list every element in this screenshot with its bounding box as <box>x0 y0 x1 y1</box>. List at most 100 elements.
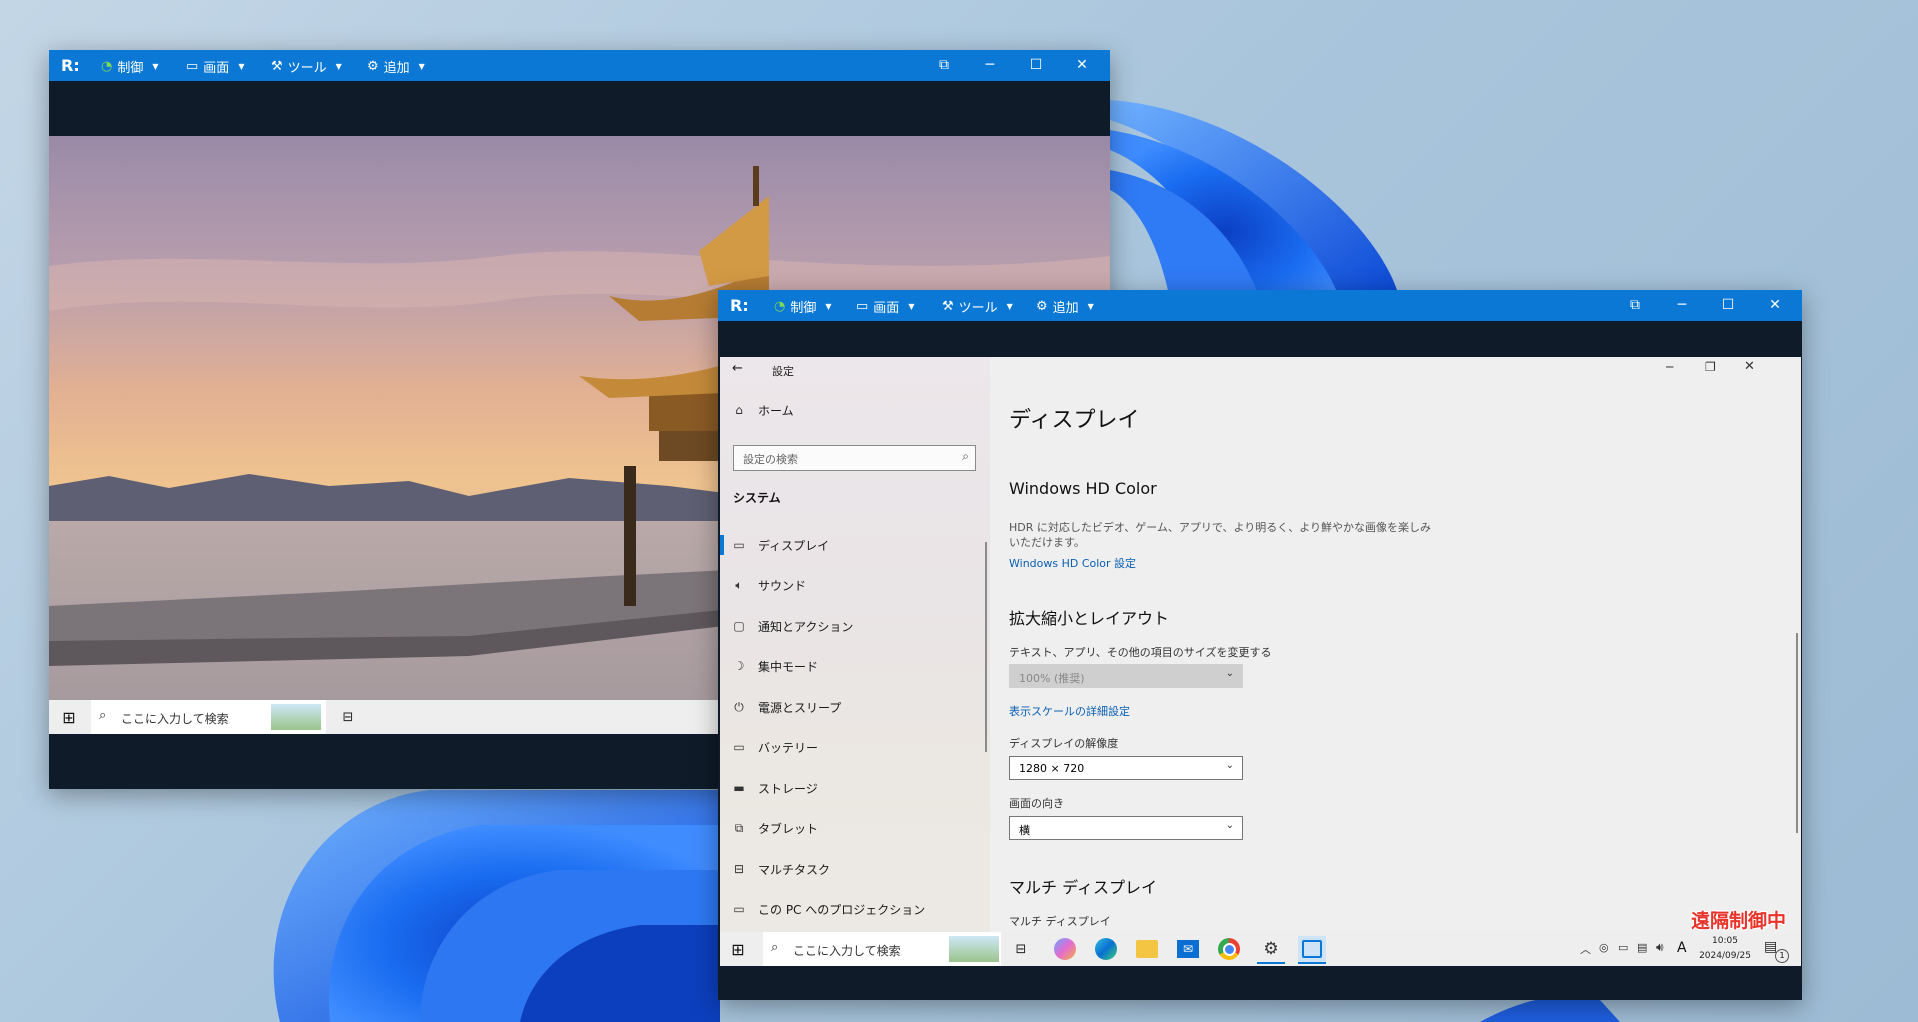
chevron-down-icon: ⌄ <box>1225 820 1234 831</box>
remote-display-icon[interactable]: ⧉ <box>1624 295 1646 315</box>
search-icon: ⌕ <box>99 708 107 723</box>
ime-indicator[interactable]: A <box>1677 940 1687 956</box>
remote-toolbar: R: ◔ 制御 ▼ ▭ 画面 ▼ ⚒ ツール ▼ ⚙ 追加 ▼ ⧉ ─ ☐ ✕ <box>49 50 1110 81</box>
hdr-description-line-1: HDR に対応したビデオ、ゲーム、アプリで、より明るく、より鮮やかな画像を楽しみ <box>1009 521 1432 534</box>
minimize-button[interactable]: ─ <box>1671 295 1693 315</box>
menu-control-label: 制御 <box>117 61 144 76</box>
sidebar-item-label: 集中モード <box>758 659 819 674</box>
mail-icon[interactable]: ✉ <box>1177 940 1199 958</box>
tray-app-icon[interactable]: ◎ <box>1599 941 1609 954</box>
copilot-icon[interactable] <box>1054 938 1076 960</box>
control-icon: ◔ <box>774 299 786 314</box>
maximize-button[interactable]: ☐ <box>1717 295 1739 315</box>
sidebar-item-display[interactable]: ▭ ディスプレイ <box>730 532 829 558</box>
notification-icon: ▢ <box>733 619 745 633</box>
sidebar-item-label: ホーム <box>758 403 794 418</box>
hdr-description-line-2: いただけます。 <box>1009 536 1085 549</box>
sidebar-item-battery[interactable]: ▭ バッテリー <box>730 734 818 760</box>
menu-screen[interactable]: ▭ 画面 ▼ <box>856 297 914 316</box>
file-explorer-icon[interactable] <box>1136 940 1158 958</box>
orientation-dropdown[interactable]: 横 ⌄ <box>1009 816 1243 840</box>
windows-start-icon[interactable]: ⊞ <box>59 707 79 727</box>
selected-indicator <box>720 535 724 555</box>
scale-dropdown[interactable]: 100% (推奨) ⌄ <box>1009 664 1243 688</box>
close-button[interactable]: ✕ <box>1764 295 1786 315</box>
taskbar-search-placeholder: ここに入力して検索 <box>793 944 901 958</box>
sidebar-item-notifications[interactable]: ▢ 通知とアクション <box>730 613 853 639</box>
settings-minimize-button[interactable]: ─ <box>1666 360 1673 374</box>
sidebar-item-sound[interactable]: 🔈︎ サウンド <box>730 572 806 598</box>
chevron-down-icon: ⌄ <box>1225 668 1234 679</box>
menu-tools-label: ツール <box>287 61 327 76</box>
menu-screen[interactable]: ▭ 画面 ▼ <box>186 57 244 76</box>
monitor-icon: ▭ <box>856 299 869 314</box>
network-icon[interactable]: ▤ <box>1637 941 1647 954</box>
sidebar-item-label: この PC へのプロジェクション <box>758 902 926 917</box>
tablet-icon: ⧉ <box>734 820 744 835</box>
settings-restore-button[interactable]: ❐ <box>1705 360 1716 374</box>
wrench-icon: ⚒ <box>271 59 283 74</box>
settings-search-placeholder: 設定の検索 <box>743 453 798 466</box>
task-view-icon[interactable]: ⊟ <box>339 708 357 726</box>
sidebar-item-projection[interactable]: ▭ この PC へのプロジェクション <box>730 896 925 922</box>
remote-logo: R: <box>730 296 749 315</box>
sidebar-item-home[interactable]: ⌂ ホーム <box>730 397 794 423</box>
scale-heading: 拡大縮小とレイアウト <box>1009 609 1170 628</box>
settings-close-button[interactable]: ✕ <box>1744 359 1755 374</box>
notification-count-badge: 1 <box>1775 949 1789 963</box>
sidebar-item-label: バッテリー <box>758 740 819 755</box>
monitor-icon: ▭ <box>186 59 199 74</box>
sidebar-item-tablet[interactable]: ⧉ タブレット <box>730 815 818 841</box>
scale-label: テキスト、アプリ、その他の項目のサイズを変更する <box>1009 646 1272 659</box>
back-arrow-icon[interactable]: ← <box>732 361 743 376</box>
minimize-button[interactable]: ─ <box>979 55 1001 75</box>
sidebar-item-label: サウンド <box>758 578 807 593</box>
taskbar-search-placeholder: ここに入力して検索 <box>121 712 229 726</box>
remote-logo: R: <box>61 56 80 75</box>
clock-date[interactable]: 2024/09/25 <box>1696 951 1754 961</box>
sidebar-item-label: マルチタスク <box>758 862 831 877</box>
sidebar-item-power[interactable]: ⏻ 電源とスリープ <box>730 694 841 720</box>
sidebar-item-focus[interactable]: ☽ 集中モード <box>730 653 818 679</box>
remote-display-icon[interactable]: ⧉ <box>933 55 955 75</box>
settings-sidebar: ← 設定 ⌂ ホーム 設定の検索 ⌕ システム ▭ ディスプレイ 🔈︎ サウンド… <box>720 357 990 932</box>
remote-taskbar-front: ⊞ ⌕ ここに入力して検索 ⊟ ✉ ⚙ ︿ ◎ ▭ ▤ 🔊︎ A 10:05 2… <box>720 932 1801 966</box>
battery-tray-icon[interactable]: ▭ <box>1618 941 1628 954</box>
multi-display-label: マルチ ディスプレイ <box>1009 915 1111 928</box>
resolution-dropdown[interactable]: 1280 × 720 ⌄ <box>1009 756 1243 780</box>
menu-control-label: 制御 <box>790 301 817 316</box>
control-icon: ◔ <box>101 59 113 74</box>
settings-search-input[interactable]: 設定の検索 ⌕ <box>733 445 976 471</box>
hdr-settings-link[interactable]: Windows HD Color 設定 <box>1009 555 1136 571</box>
tray-chevron-up-icon[interactable]: ︿ <box>1580 941 1591 957</box>
windows-start-icon[interactable]: ⊞ <box>728 939 748 959</box>
taskbar-search-box[interactable]: ⌕ ここに入力して検索 <box>763 932 1001 966</box>
scale-advanced-link[interactable]: 表示スケールの詳細設定 <box>1009 703 1130 719</box>
clock-time[interactable]: 10:05 <box>1701 936 1749 946</box>
menu-add[interactable]: ⚙ 追加 ▼ <box>1036 297 1094 316</box>
menu-tools[interactable]: ⚒ ツール ▼ <box>271 57 342 76</box>
remote-app-taskbar-icon[interactable] <box>1298 936 1326 964</box>
volume-icon[interactable]: 🔊︎ <box>1656 940 1664 955</box>
sidebar-scrollbar[interactable] <box>985 542 987 752</box>
resolution-dropdown-value: 1280 × 720 <box>1019 762 1085 775</box>
sidebar-item-storage[interactable]: ▬ ストレージ <box>730 775 817 801</box>
edge-icon[interactable] <box>1095 938 1117 960</box>
main-scrollbar[interactable] <box>1796 633 1798 833</box>
taskbar-search-box[interactable]: ⌕ ここに入力して検索 <box>91 700 326 734</box>
menu-control[interactable]: ◔ 制御 ▼ <box>774 297 832 316</box>
settings-taskbar-icon[interactable]: ⚙ <box>1257 936 1285 964</box>
close-button[interactable]: ✕ <box>1071 55 1093 75</box>
maximize-button[interactable]: ☐ <box>1025 55 1047 75</box>
multitask-icon: ⊟ <box>733 862 745 876</box>
sidebar-item-multitask[interactable]: ⊟ マルチタスク <box>730 856 830 882</box>
menu-add[interactable]: ⚙ 追加 ▼ <box>367 57 425 76</box>
search-highlight-image <box>271 704 321 730</box>
menu-screen-label: 画面 <box>873 301 900 316</box>
chrome-icon[interactable] <box>1218 938 1240 960</box>
sidebar-item-label: タブレット <box>758 821 819 836</box>
sidebar-section-title: システム <box>733 491 781 505</box>
menu-tools[interactable]: ⚒ ツール ▼ <box>942 297 1013 316</box>
menu-control[interactable]: ◔ 制御 ▼ <box>101 57 159 76</box>
task-view-icon[interactable]: ⊟ <box>1012 940 1030 958</box>
